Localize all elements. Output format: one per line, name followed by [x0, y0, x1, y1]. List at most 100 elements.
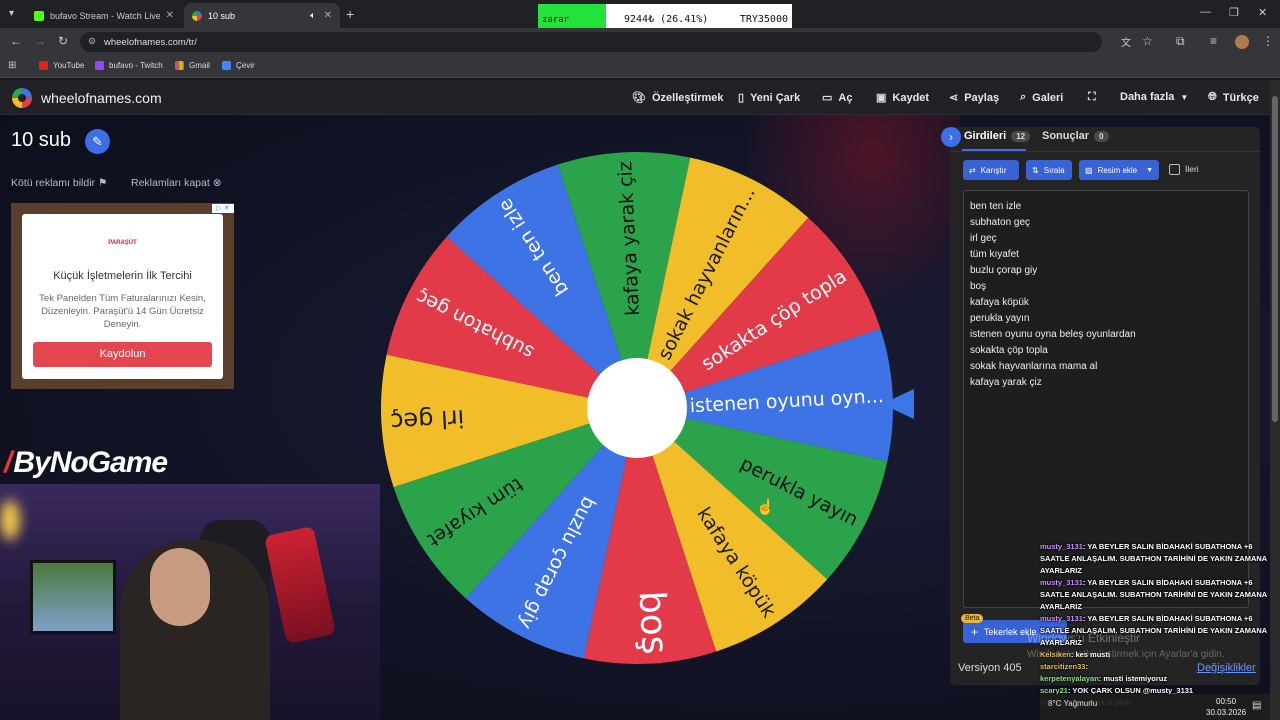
- webcam-head: [150, 548, 210, 626]
- bookmark-twitch[interactable]: bufavo - Twitch: [95, 61, 163, 70]
- sort-icon: ⇅: [1032, 165, 1039, 175]
- bookmark-translate[interactable]: Çevir: [222, 61, 255, 70]
- ad-card[interactable]: PARAŞÜT Küçük İşletmelerin İlk Tercihi T…: [22, 214, 223, 379]
- entry-line: irl geç: [970, 233, 997, 244]
- add-image-button[interactable]: ▨ Resim ekle ▼: [1079, 160, 1159, 180]
- restore-icon[interactable]: ❐: [1229, 6, 1239, 19]
- menu-open[interactable]: ▭ Aç: [822, 91, 852, 105]
- tab-title: 10 sub: [208, 10, 236, 21]
- close-window-icon[interactable]: ✕: [1258, 6, 1267, 19]
- scrollbar-thumb[interactable]: [1272, 96, 1278, 422]
- taskbar-clock[interactable]: 00:50 30.03.2026: [1206, 696, 1246, 718]
- menu-icon[interactable]: ⋮: [1262, 34, 1274, 48]
- entry-line: boş: [970, 281, 987, 292]
- tab-results[interactable]: Sonuçlar 0: [1042, 130, 1109, 142]
- site-name[interactable]: wheelofnames.com: [41, 90, 162, 106]
- edit-title-button[interactable]: ✎: [85, 129, 110, 154]
- collapse-panel-button[interactable]: ›: [941, 127, 961, 147]
- wheel-pointer-icon: [882, 389, 914, 419]
- results-count-badge: 0: [1094, 130, 1109, 142]
- ad-headline: Küçük İşletmelerin İlk Tercihi: [53, 270, 192, 282]
- ad-body: Tek Panelden Tüm Faturalarınızı Kesin, D…: [39, 293, 206, 330]
- weather-widget[interactable]: 8°C Yağmurlu: [1048, 699, 1097, 708]
- save-icon: ▣: [876, 92, 887, 104]
- extensions-icon[interactable]: ⧉: [1176, 34, 1185, 49]
- bookmark-youtube[interactable]: YouTube: [39, 61, 84, 70]
- tab-search-icon[interactable]: ▾: [9, 8, 14, 19]
- menu-save[interactable]: ▣ Kaydet: [876, 91, 929, 105]
- webcam-tv: [30, 560, 116, 634]
- wheel-segment-label: boş: [631, 590, 675, 656]
- speaker-icon[interactable]: 🔈︎: [310, 10, 315, 21]
- shuffle-button[interactable]: ⇄ Karıştır: [963, 160, 1019, 180]
- url-text: wheelofnames.com/tr/: [104, 36, 197, 48]
- close-tab-icon[interactable]: ✕: [166, 10, 174, 21]
- media-icon[interactable]: ≡: [1210, 34, 1217, 48]
- image-icon: ▨: [1085, 165, 1093, 175]
- new-tab-button[interactable]: +: [346, 6, 354, 22]
- file-icon: ▯: [738, 92, 745, 104]
- menu-gallery[interactable]: ⌕ Galeri: [1020, 91, 1063, 104]
- wheel[interactable]: istenen oyunu oyn...perukla yayınkafaya …: [377, 148, 897, 668]
- version-label: Versiyon 405: [958, 662, 1022, 674]
- ad-signup-button[interactable]: Kaydolun: [33, 342, 212, 367]
- advanced-label: İleri: [1185, 164, 1199, 174]
- reload-icon[interactable]: ↻: [58, 34, 68, 48]
- translate-icon[interactable]: 文: [1121, 34, 1131, 49]
- tab-entries[interactable]: Girdileri 12: [964, 130, 1031, 142]
- panel-divider: [950, 151, 1260, 152]
- page-scrollbar[interactable]: [1270, 80, 1280, 720]
- chat-message: starcitizen33:: [1040, 661, 1280, 673]
- ad-brand: PARAŞÜT: [108, 240, 137, 246]
- beta-badge: Beta: [961, 614, 984, 623]
- chat-text: : musti istemiyoruz: [1098, 674, 1168, 683]
- wheel-segment-label: irl geç: [390, 404, 465, 436]
- report-ad-link[interactable]: Kötü reklamı bildir ⚑: [11, 177, 107, 189]
- wheel-center-button[interactable]: [587, 358, 687, 458]
- folder-icon: ▭: [822, 92, 833, 104]
- bookmark-gmail[interactable]: Gmail: [175, 61, 210, 70]
- minimize-icon[interactable]: —: [1200, 6, 1211, 18]
- site-logo-icon[interactable]: [12, 88, 32, 108]
- entry-line: kafaya yarak çiz: [970, 377, 1042, 388]
- notification-icon[interactable]: ▤: [1252, 700, 1261, 711]
- globe-icon: 🌐︎: [1208, 91, 1217, 103]
- flag-icon: ⚑: [97, 177, 108, 189]
- tab-wheel[interactable]: 10 sub 🔈︎ ✕: [184, 3, 340, 28]
- site-info-icon[interactable]: ⚙: [88, 36, 96, 47]
- chevron-down-icon: ▼: [1180, 92, 1189, 102]
- wheel-favicon-icon: [192, 10, 202, 21]
- fullscreen-button[interactable]: ⛶: [1088, 91, 1102, 104]
- menu-more[interactable]: Daha fazla ▼: [1120, 91, 1188, 103]
- avatar[interactable]: [1235, 35, 1249, 49]
- page-title: 10 sub: [11, 129, 72, 151]
- search-icon: ⌕: [1020, 91, 1027, 103]
- ad-info-icon[interactable]: ▷ ✕: [212, 204, 234, 213]
- menu-share[interactable]: ⋖ Paylaş: [949, 91, 999, 105]
- translate-bookmark-icon: [222, 61, 231, 70]
- apps-icon[interactable]: ⊞: [8, 60, 16, 71]
- hand-cursor-icon: ☝: [756, 499, 775, 516]
- back-icon[interactable]: ←: [10, 34, 22, 48]
- bookmark-star-icon[interactable]: ☆: [1142, 34, 1153, 48]
- menu-new-wheel[interactable]: ▯ Yeni Çark: [738, 91, 800, 105]
- menu-customize[interactable]: 🎨︎ Özelleştirmek: [632, 91, 724, 105]
- close-ads-link[interactable]: Reklamları kapat ⊗: [131, 177, 222, 189]
- entry-line: kafaya köpük: [970, 297, 1029, 308]
- sort-button[interactable]: ⇅ Sırala: [1026, 160, 1072, 180]
- chat-username: musty_3131: [1040, 578, 1083, 587]
- menu-language[interactable]: 🌐︎ Türkçe: [1208, 91, 1259, 104]
- chat-text: :: [1085, 662, 1088, 671]
- entry-line: buzlu çorap giy: [970, 265, 1038, 276]
- twitch-icon: [95, 61, 104, 70]
- fullscreen-icon: ⛶: [1088, 91, 1096, 103]
- tab-kick[interactable]: bufavo Stream - Watch Live on ✕: [26, 3, 182, 28]
- chat-username: kerpetenyalayan: [1040, 674, 1099, 683]
- url-field[interactable]: ⚙ wheelofnames.com/tr/: [80, 32, 1102, 52]
- kick-icon: [34, 10, 44, 21]
- forward-icon[interactable]: →: [34, 34, 46, 48]
- advanced-checkbox[interactable]: [1169, 164, 1180, 175]
- plus-icon: +: [971, 624, 979, 639]
- close-tab-icon[interactable]: ✕: [324, 10, 332, 21]
- palette-icon: 🎨︎: [632, 92, 646, 104]
